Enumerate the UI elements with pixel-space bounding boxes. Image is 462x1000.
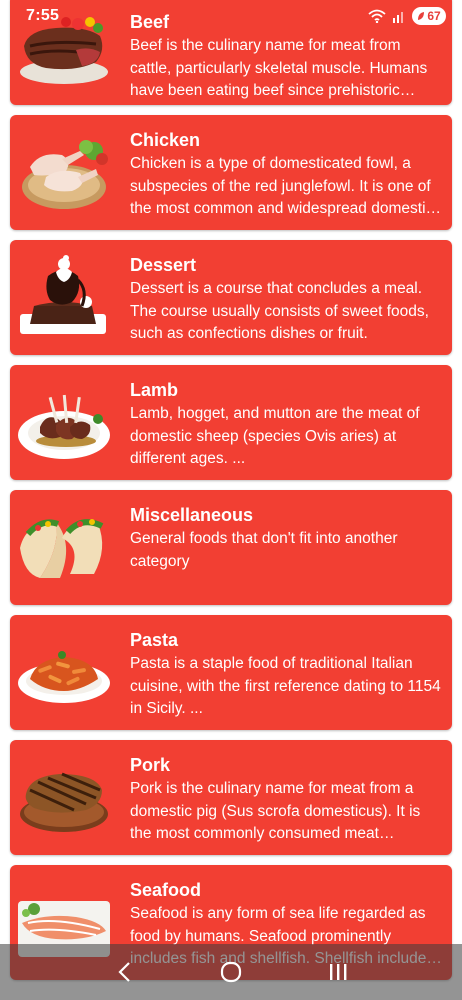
beef-image — [10, 0, 118, 105]
category-description: Pork is the culinary name for meat from … — [130, 780, 421, 842]
card-text: Pasta Pasta is a staple food of traditio… — [118, 615, 452, 730]
category-description: Chicken is a type of domesticated fowl, … — [130, 155, 434, 217]
home-icon[interactable] — [211, 952, 251, 992]
category-description: Pasta is a staple food of traditional It… — [130, 655, 441, 717]
back-icon[interactable] — [104, 952, 144, 992]
card-text: Dessert Dessert is a course that conclud… — [118, 240, 452, 355]
tacos-image — [10, 490, 118, 605]
category-title: Chicken — [130, 130, 201, 150]
dessert-image — [10, 240, 118, 355]
card-text: Lamb Lamb, hogget, and mutton are the me… — [118, 365, 452, 480]
category-card-beef[interactable]: Beef Beef is the culinary name for meat … — [10, 0, 452, 105]
pasta-image — [10, 615, 118, 730]
lamb-image — [10, 365, 118, 480]
category-card-chicken[interactable]: Chicken Chicken is a type of domesticate… — [10, 115, 452, 230]
navigation-bar — [0, 944, 462, 1000]
recents-icon[interactable] — [318, 952, 358, 992]
category-title: Miscellaneous — [130, 505, 254, 525]
card-text: Chicken Chicken is a type of domesticate… — [118, 115, 452, 230]
card-text: Miscellaneous General foods that don't f… — [118, 490, 452, 605]
category-card-dessert[interactable]: Dessert Dessert is a course that conclud… — [10, 240, 452, 355]
category-title: Seafood — [130, 880, 202, 900]
category-card-pork[interactable]: Pork Pork is the culinary name for meat … — [10, 740, 452, 855]
category-description: Lamb, hogget, and mutton are the meat of… — [130, 405, 420, 467]
category-title: Dessert — [130, 255, 197, 275]
category-description: General foods that don't fit into anothe… — [130, 530, 398, 570]
card-text: Beef Beef is the culinary name for meat … — [118, 0, 452, 105]
chicken-image — [10, 115, 118, 230]
category-title: Pork — [130, 755, 171, 775]
category-title: Beef — [130, 12, 170, 32]
category-list: Beef Beef is the culinary name for meat … — [0, 0, 462, 990]
category-title: Pasta — [130, 630, 179, 650]
pork-image — [10, 740, 118, 855]
category-card-miscellaneous[interactable]: Miscellaneous General foods that don't f… — [10, 490, 452, 605]
card-text: Pork Pork is the culinary name for meat … — [118, 740, 452, 855]
category-title: Lamb — [130, 380, 179, 400]
category-description: Dessert is a course that concludes a mea… — [130, 280, 429, 342]
category-card-lamb[interactable]: Lamb Lamb, hogget, and mutton are the me… — [10, 365, 452, 480]
category-description: Beef is the culinary name for meat from … — [130, 37, 428, 99]
category-card-pasta[interactable]: Pasta Pasta is a staple food of traditio… — [10, 615, 452, 730]
screen: 7:55 67 Beef Beef is the culinary name f… — [0, 0, 462, 1000]
